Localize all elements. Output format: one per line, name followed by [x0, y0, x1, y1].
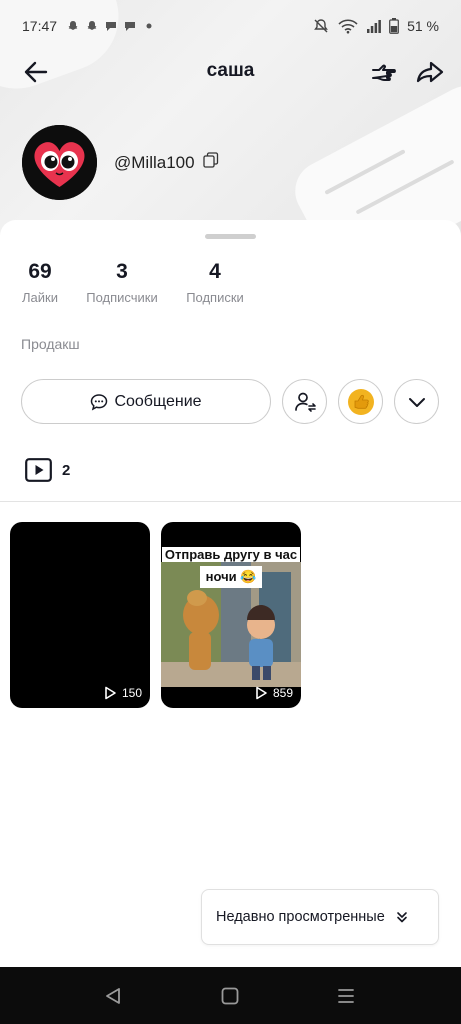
signal-icon [367, 20, 381, 33]
top-nav: саша [0, 52, 461, 92]
dot-icon [146, 23, 152, 29]
recently-viewed-label: Недавно просмотренные [216, 909, 385, 925]
battery-percent: 51 % [407, 18, 439, 34]
divider [0, 501, 461, 502]
caption-line: ночи 😂 [199, 566, 263, 588]
video-thumbnail[interactable]: 150 [10, 522, 150, 708]
message-bubble-icon [91, 393, 108, 410]
user-swap-icon [294, 392, 316, 412]
video-grid-icon [25, 458, 52, 482]
stat-followers[interactable]: 3 Подписчики [84, 260, 160, 305]
follow-status-button[interactable] [282, 379, 327, 424]
status-bar: 17:47 51 % [0, 0, 461, 52]
stat-value: 69 [28, 260, 52, 283]
double-chevron-down-icon [396, 912, 407, 923]
copy-icon [202, 152, 218, 168]
username: @Milla100 [114, 152, 195, 172]
chevron-down-icon [408, 397, 425, 407]
system-home-button[interactable] [219, 985, 241, 1007]
wifi-icon [338, 19, 358, 34]
play-outline-icon [105, 686, 116, 700]
copy-username-button[interactable] [202, 152, 219, 173]
pointing-hand-icon [372, 64, 396, 81]
snapchat-icon [87, 21, 97, 30]
video-thumbnail[interactable]: Отправь другу в час ночи 😂 859 [161, 522, 301, 708]
share-button[interactable] [414, 56, 446, 88]
mute-icon [314, 19, 328, 33]
videos-tab[interactable]: 2 [25, 458, 70, 482]
username-row: @Milla100 [114, 152, 219, 173]
profile-sheet: 69 Лайки 3 Подписчики 4 Подписки Продакш… [0, 220, 461, 967]
stat-likes: 69 Лайки [19, 260, 61, 305]
thumbs-up-sticker-icon [347, 388, 374, 415]
triangle-back-icon [106, 988, 120, 1004]
stat-value: 3 [116, 260, 128, 283]
chat-bubble-icon [106, 22, 117, 31]
system-back-button[interactable] [103, 985, 125, 1007]
avatar[interactable] [22, 125, 97, 200]
message-button[interactable]: Сообщение [21, 379, 271, 424]
video-caption: Отправь другу в час ночи 😂 [161, 544, 301, 588]
share-arrow-icon [416, 61, 444, 83]
message-button-label: Сообщение [114, 392, 202, 410]
avatar-heart-eyes-image [22, 125, 97, 200]
view-count-value: 859 [272, 686, 293, 700]
videos-count: 2 [62, 461, 71, 479]
view-count: 150 [103, 686, 142, 700]
square-home-icon [221, 987, 239, 1005]
status-time: 17:47 [22, 18, 58, 34]
chat-bubble-icon [125, 22, 136, 31]
system-recents-button[interactable] [335, 985, 357, 1007]
more-options-button[interactable] [394, 379, 439, 424]
system-navigation-bar [0, 967, 461, 1024]
profile-bio: Продакш [21, 336, 80, 352]
battery-icon [389, 18, 399, 34]
caption-line: Отправь другу в час [161, 547, 301, 562]
snapchat-icon [68, 21, 78, 30]
header-decoration [284, 75, 461, 240]
stat-following[interactable]: 4 Подписки [183, 260, 247, 305]
stat-label: Лайки [22, 290, 58, 305]
menu-lines-icon [338, 989, 354, 1003]
stat-value: 4 [209, 260, 221, 283]
view-count: 859 [254, 686, 293, 700]
poke-button[interactable] [368, 56, 400, 88]
stat-label: Подписчики [86, 290, 158, 305]
sheet-drag-handle[interactable] [205, 234, 256, 239]
sticker-button[interactable] [338, 379, 383, 424]
recently-viewed-button[interactable]: Недавно просмотренные [201, 889, 439, 945]
stat-label: Подписки [186, 290, 244, 305]
view-count-value: 150 [121, 686, 142, 700]
play-outline-icon [256, 686, 267, 700]
